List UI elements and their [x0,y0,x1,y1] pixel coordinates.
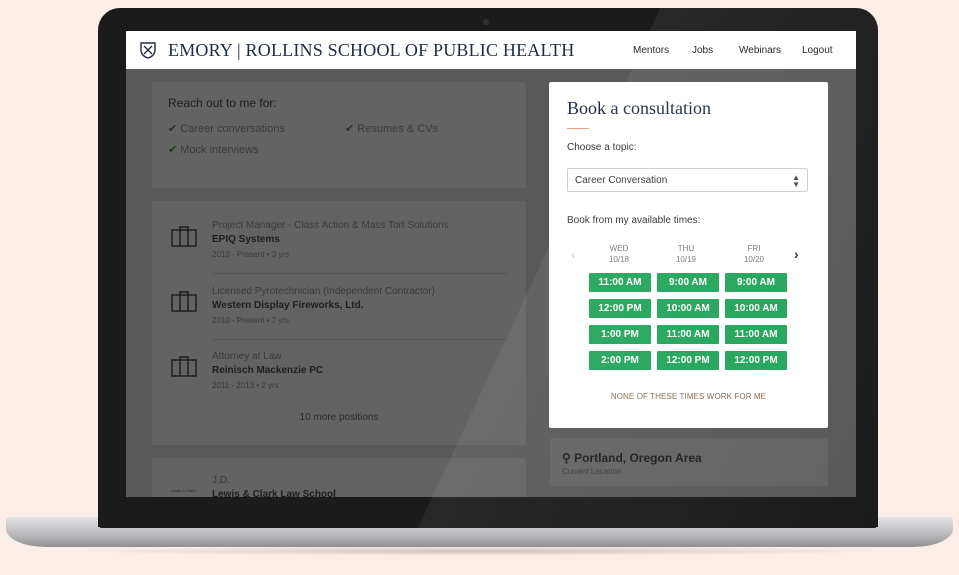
time-slot-button[interactable]: 9:00 AM [657,273,719,292]
next-days-chevron-icon[interactable]: › [794,246,799,262]
camera-icon [483,19,489,25]
nav-jobs[interactable]: Jobs [692,45,713,56]
reach-out-item: ✔ Resumes & CVs [345,123,438,135]
time-slot-button[interactable]: 2:00 PM [589,351,651,370]
brand-title[interactable]: EMORY | ROLLINS SCHOOL OF PUBLIC HEALTH [168,40,574,61]
position-dates: 2010 - Present • 7 yrs [212,316,290,325]
degree: J.D. [212,475,230,486]
screen: EMORY | ROLLINS SCHOOL OF PUBLIC HEALTH … [126,31,856,497]
time-slot-button[interactable]: 1:00 PM [589,325,651,344]
briefcase-icon [171,226,197,247]
time-slot-button[interactable]: 11:00 AM [589,273,651,292]
location-card: ⚲ Portland, Oregon Area Current Location [550,438,828,486]
reach-out-item: ✔ Mock interviews [168,144,259,156]
topic-select-value: Career Conversation [575,175,668,186]
map-pin-icon: ⚲ [562,451,571,465]
none-of-these-times-link[interactable]: NONE OF THESE TIMES WORK FOR ME [549,392,828,401]
education-card: Lewis & Clark J.D. Lewis & Clark Law Sch… [152,458,526,497]
check-icon: ✔ [345,123,355,135]
modal-title: Book a consultation [567,98,711,118]
more-positions-link[interactable]: 10 more positions [152,412,526,423]
briefcase-icon [171,356,197,377]
day-header: WED 10/18 [608,244,630,264]
time-slot-button[interactable]: 12:00 PM [725,351,787,370]
check-icon: ✔ [168,123,178,135]
school-name[interactable]: Lewis & Clark Law School [212,489,336,497]
laptop-bezel [98,497,878,527]
divider [212,273,507,274]
day-header: THU 10/19 [675,244,697,264]
position-title: Project Manager - Class Action & Mass To… [212,220,449,231]
position-company[interactable]: Western Display Fireworks, Ltd. [212,300,364,311]
divider [212,339,507,340]
experience-card: Project Manager - Class Action & Mass To… [152,201,526,445]
position-title: Licensed Pyrotechnician (Independent Con… [212,286,435,297]
time-slot-button[interactable]: 10:00 AM [657,299,719,318]
top-navbar: EMORY | ROLLINS SCHOOL OF PUBLIC HEALTH … [126,31,856,69]
time-slot-button[interactable]: 11:00 AM [657,325,719,344]
select-arrows-icon: ▲ ▼ [792,173,800,189]
topic-select[interactable]: Career Conversation ▲ ▼ [567,168,808,192]
topic-label: Choose a topic: [567,142,637,153]
position-company[interactable]: Reinisch Mackenzie PC [212,365,323,376]
location-place: ⚲ Portland, Oregon Area [562,451,702,465]
nav-mentors[interactable]: Mentors [633,45,669,56]
reach-out-item: ✔ Career conversations [168,123,285,135]
time-slot-button[interactable]: 12:00 PM [657,351,719,370]
school-logo: Lewis & Clark [171,488,196,493]
reach-out-title: Reach out to me for: [168,96,277,110]
position-title: Attorney at Law [212,351,282,362]
position-company[interactable]: EPIQ Systems [212,234,280,245]
title-underline [567,128,589,129]
emory-shield-icon [140,42,156,59]
nav-webinars[interactable]: Webinars [739,45,781,56]
position-dates: 2013 - Present • 3 yrs [212,250,290,259]
prev-days-chevron-icon[interactable]: ‹ [571,246,576,262]
reach-out-card: Reach out to me for: ✔ Career conversati… [152,82,526,188]
times-label: Book from my available times: [567,215,701,226]
day-header: FRI 10/20 [743,244,765,264]
time-slot-button[interactable]: 12:00 PM [589,299,651,318]
laptop-shadow [60,546,900,556]
book-consultation-modal: Book a consultation Choose a topic: Care… [549,82,828,428]
briefcase-icon [171,291,197,312]
nav-logout[interactable]: Logout [802,45,833,56]
time-slot-button[interactable]: 10:00 AM [725,299,787,318]
check-icon: ✔ [168,144,178,156]
location-label: Current Location [562,467,622,476]
position-dates: 2011 - 2013 • 2 yrs [212,381,279,390]
time-slot-button[interactable]: 9:00 AM [725,273,787,292]
time-slot-button[interactable]: 11:00 AM [725,325,787,344]
